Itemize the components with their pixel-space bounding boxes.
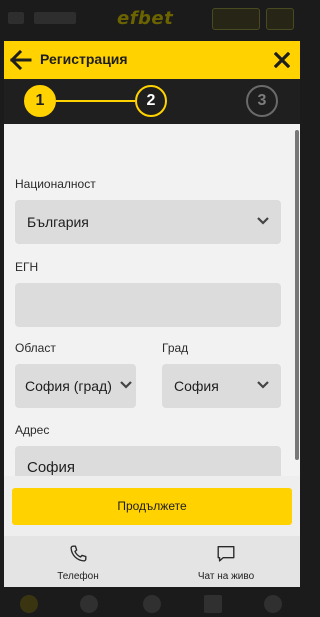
footer-action-area: Продължете	[4, 476, 300, 536]
nationality-label: Националност	[15, 177, 96, 191]
chat-label: Чат на живо	[197, 571, 255, 582]
city-value: София	[174, 378, 219, 394]
nationality-select[interactable]: България	[15, 200, 281, 244]
background-menu-icon	[8, 12, 24, 24]
form-scrollbar[interactable]	[295, 130, 299, 460]
step-connector	[56, 100, 135, 102]
contact-options: Телефон Чат на живо	[4, 536, 300, 587]
background-button	[212, 8, 260, 30]
region-label: Област	[15, 341, 56, 355]
chevron-down-icon	[257, 217, 269, 225]
region-value: София (град)	[25, 378, 112, 394]
background-bottom-nav	[0, 589, 300, 617]
modal-title: Регистрация	[40, 51, 128, 67]
back-arrow-icon[interactable]	[10, 50, 32, 70]
background-nav-icon	[204, 595, 222, 613]
registration-form: Националност България ЕГН Област София (…	[4, 124, 300, 476]
phone-contact[interactable]: Телефон	[4, 536, 152, 587]
chevron-down-icon	[257, 381, 269, 389]
background-button	[266, 8, 294, 30]
registration-modal: Регистрация 1 2 3 Националност България …	[4, 41, 300, 587]
background-site-header: efbet	[0, 0, 300, 38]
phone-icon	[70, 545, 87, 562]
background-block	[34, 12, 76, 24]
step-3: 3	[246, 85, 278, 117]
progress-stepper: 1 2 3	[4, 79, 300, 124]
background-nav-icon	[264, 595, 282, 613]
background-nav-icon	[80, 595, 98, 613]
live-chat-contact[interactable]: Чат на живо	[152, 536, 300, 587]
city-label: Град	[162, 341, 189, 355]
chat-icon	[217, 545, 235, 562]
chevron-down-icon	[120, 381, 132, 389]
background-logo: efbet	[117, 8, 174, 29]
region-select[interactable]: София (град)	[15, 364, 136, 408]
address-value: София	[27, 459, 76, 476]
background-nav-icon	[20, 595, 38, 613]
step-2: 2	[135, 85, 167, 117]
egn-input[interactable]	[15, 283, 281, 327]
step-1: 1	[24, 85, 56, 117]
close-icon[interactable]	[274, 52, 290, 68]
nationality-value: България	[27, 214, 89, 230]
address-input[interactable]: София	[15, 446, 281, 476]
city-select[interactable]: София	[162, 364, 281, 408]
modal-header: Регистрация	[4, 41, 300, 79]
egn-label: ЕГН	[15, 260, 39, 274]
address-label: Адрес	[15, 423, 50, 437]
background-nav-icon	[143, 595, 161, 613]
phone-label: Телефон	[57, 571, 99, 582]
continue-button[interactable]: Продължете	[12, 488, 292, 525]
